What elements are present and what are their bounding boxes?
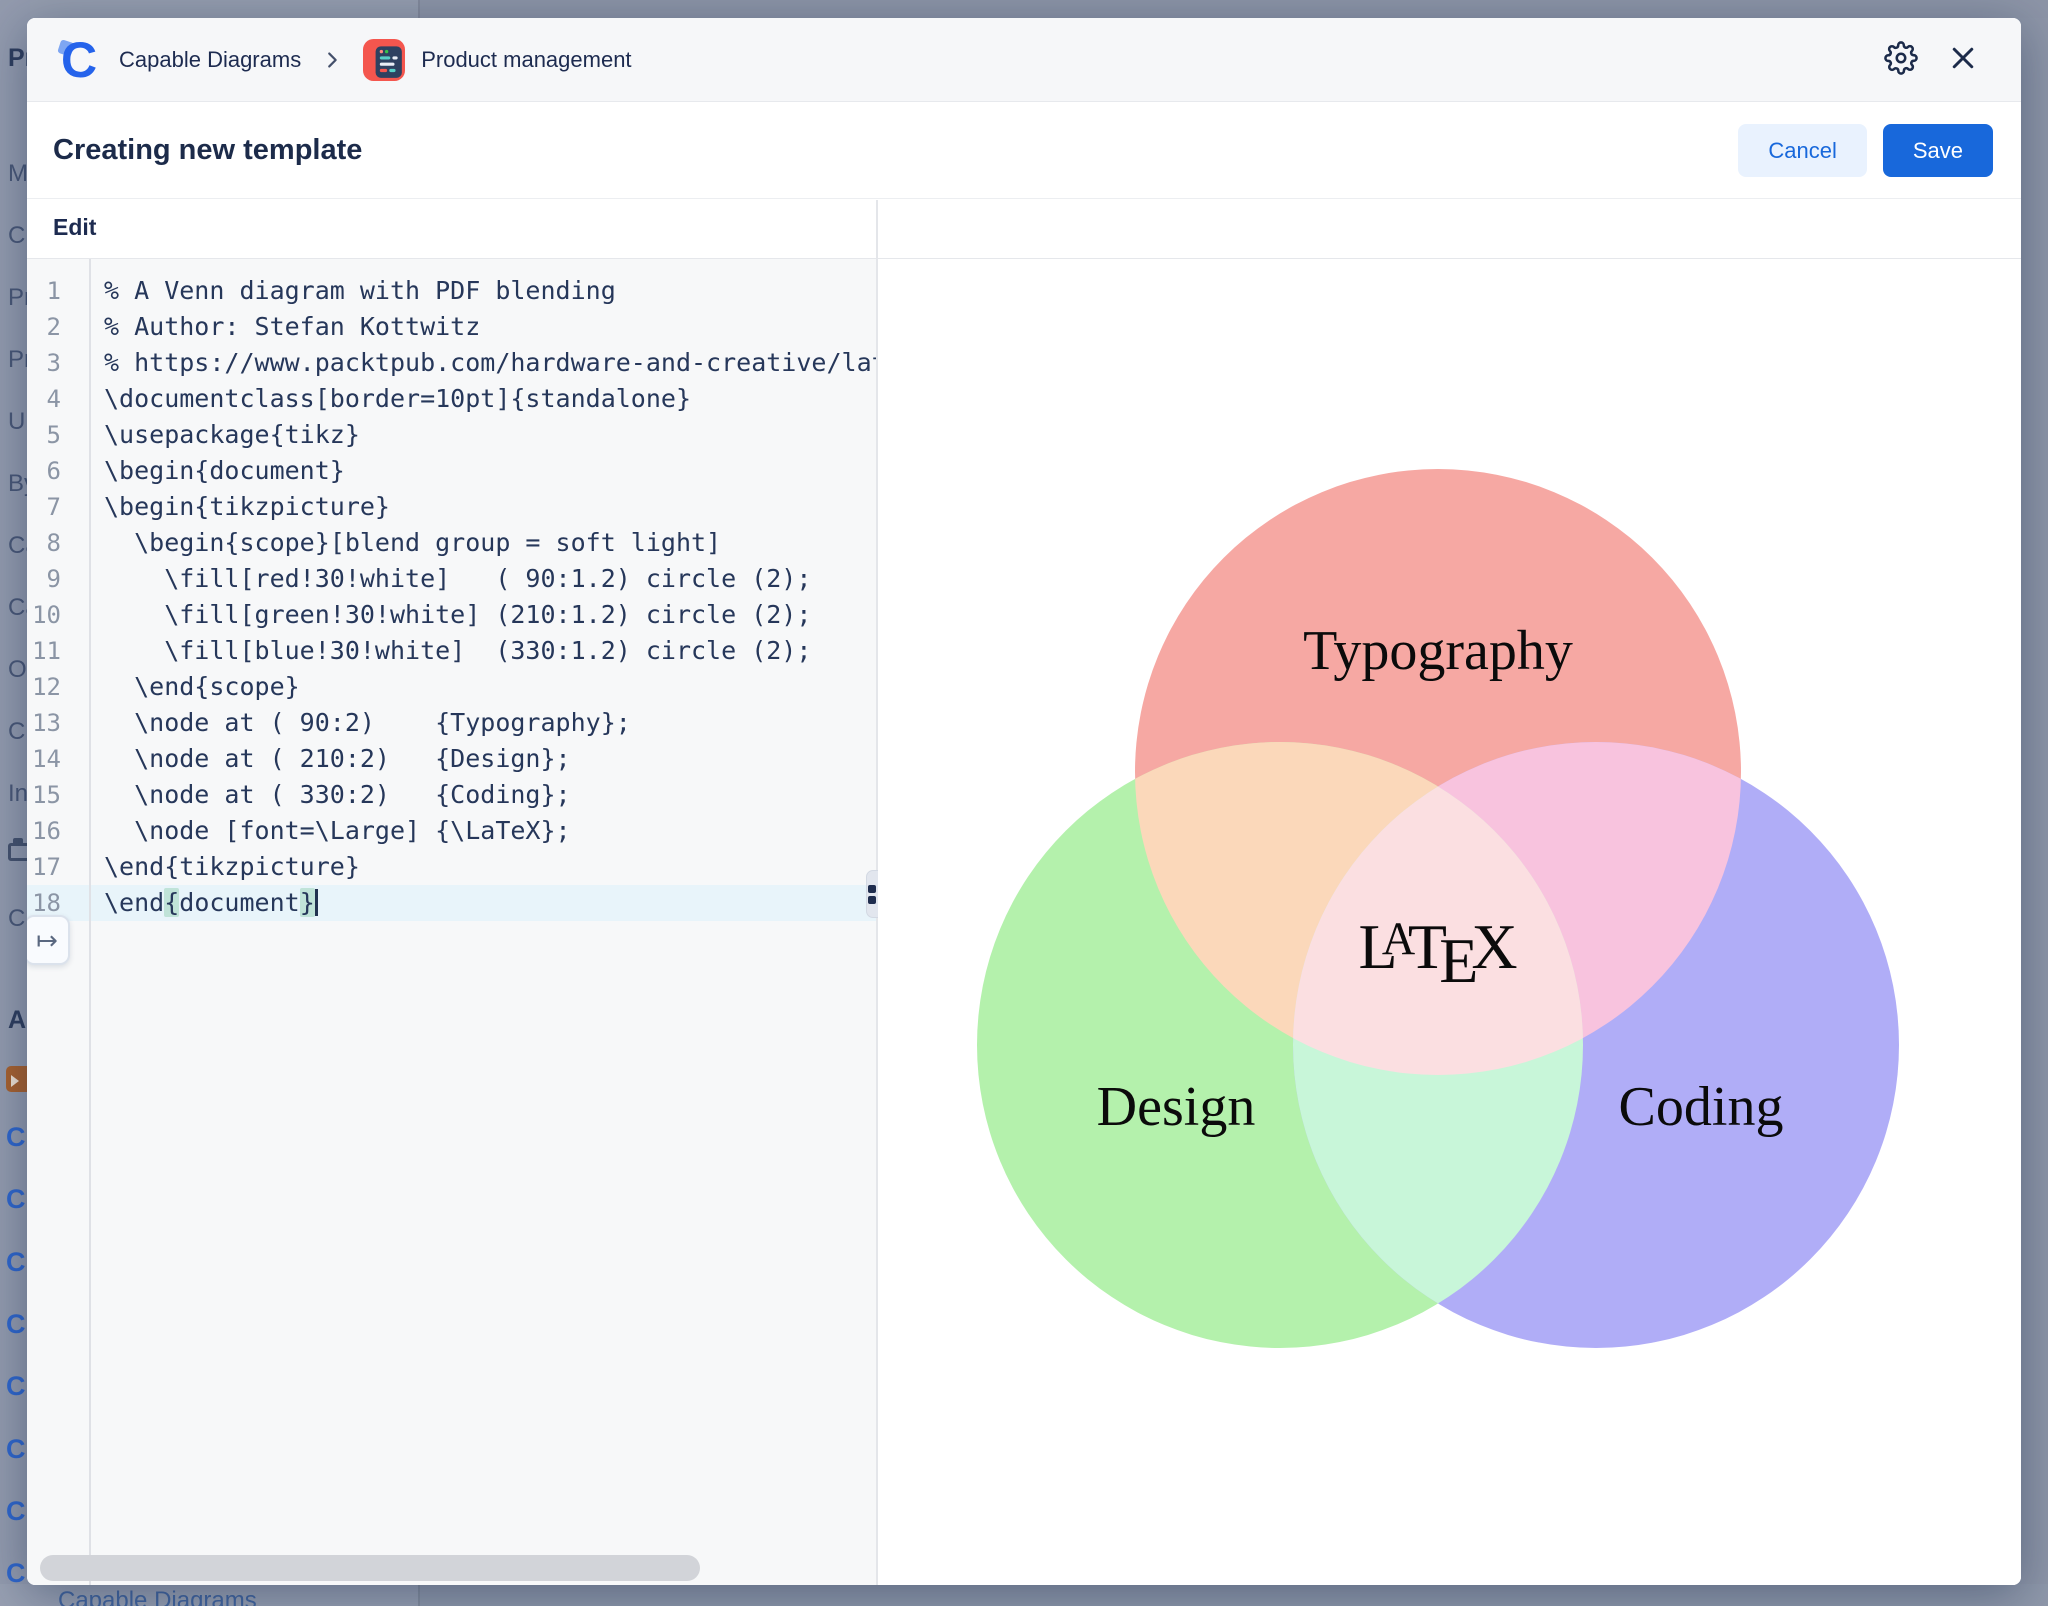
code-line[interactable]: % A Venn diagram with PDF blending: [91, 273, 876, 309]
underlying-page-top-strip: [0, 0, 2048, 18]
line-number: 10: [27, 597, 89, 633]
sidebar-item-fragment: In: [8, 780, 28, 808]
editor-gutter: 123456789101112131415161718: [27, 273, 89, 921]
code-line[interactable]: \begin{scope}[blend group = soft light]: [91, 525, 876, 561]
venn-label-typography: Typography: [1303, 619, 1573, 683]
code-line[interactable]: % https://www.packtpub.com/hardware-and-…: [91, 345, 876, 381]
capable-diagrams-logo: C: [53, 35, 103, 85]
collapse-editor-button[interactable]: ↦: [27, 915, 70, 965]
matched-bracket: {: [164, 888, 179, 917]
app-logo-fragment: C: [6, 1247, 26, 1278]
underlying-sidebar: Pr MClPrPrUlByCaCaOClIn Cr AP CCCCCCCC: [0, 0, 30, 1606]
modal-header: C Capable Diagrams Product management: [27, 18, 2021, 102]
code-line[interactable]: \end{document}: [91, 885, 876, 921]
line-number: 11: [27, 633, 89, 669]
code-line[interactable]: \node [font=\Large] {\LaTeX};: [91, 813, 876, 849]
app-logo-fragment: C: [6, 1496, 26, 1527]
code-line[interactable]: \node at ( 330:2) {Coding};: [91, 777, 876, 813]
line-number: 17: [27, 849, 89, 885]
code-line[interactable]: \node at ( 210:2) {Design};: [91, 741, 876, 777]
code-line[interactable]: \fill[green!30!white] (210:1.2) circle (…: [91, 597, 876, 633]
sidebar-item-fragment: O: [8, 656, 27, 684]
venn-label-coding: Coding: [1619, 1075, 1784, 1139]
breadcrumb-app[interactable]: Capable Diagrams: [119, 47, 301, 73]
app-logo-fragment: C: [6, 1434, 26, 1465]
underlying-page-bottom-strip: Capable Diagrams: [0, 1584, 2048, 1606]
latex-logo: LATEX: [1358, 910, 1517, 998]
line-number: 12: [27, 669, 89, 705]
editor-horizontal-scrollbar[interactable]: [40, 1555, 700, 1581]
line-number: 2: [27, 309, 89, 345]
close-icon: [1948, 43, 1978, 76]
app-logo-fragment: C: [6, 1122, 26, 1153]
line-number: 5: [27, 417, 89, 453]
line-number: 15: [27, 777, 89, 813]
app-logo-fragment: C: [6, 1371, 26, 1402]
line-number: 8: [27, 525, 89, 561]
line-number: 16: [27, 813, 89, 849]
code-line[interactable]: \usepackage{tikz}: [91, 417, 876, 453]
preview-pane: Typography Design Coding LATEX: [878, 259, 2021, 1585]
gear-icon: [1884, 41, 1918, 78]
product-management-icon: [363, 39, 405, 81]
line-number: 9: [27, 561, 89, 597]
line-number: 6: [27, 453, 89, 489]
line-number: 13: [27, 705, 89, 741]
venn-label-design: Design: [1097, 1075, 1256, 1139]
code-line[interactable]: \node at ( 90:2) {Typography};: [91, 705, 876, 741]
modal-title-row: Creating new template Cancel Save: [27, 103, 2021, 199]
settings-button[interactable]: [1879, 38, 1923, 82]
line-number: 4: [27, 381, 89, 417]
pane-headers: Edit Preview: [27, 200, 2021, 259]
code-line[interactable]: % Author: Stefan Kottwitz: [91, 309, 876, 345]
code-line[interactable]: \fill[red!30!white] ( 90:1.2) circle (2)…: [91, 561, 876, 597]
editor-code[interactable]: % A Venn diagram with PDF blending% Auth…: [91, 273, 876, 921]
breadcrumb-page[interactable]: Product management: [421, 47, 631, 73]
indent-arrow-icon: ↦: [36, 925, 58, 956]
cancel-button[interactable]: Cancel: [1738, 124, 1866, 177]
close-button[interactable]: [1941, 38, 1985, 82]
edit-pane-label: Edit: [53, 214, 96, 241]
underlying-sidebar-footer-label: Capable Diagrams: [58, 1587, 257, 1606]
page-title: Creating new template: [53, 134, 1738, 167]
line-number: 7: [27, 489, 89, 525]
code-line[interactable]: \begin{document}: [91, 453, 876, 489]
code-editor[interactable]: 123456789101112131415161718 % A Venn dia…: [27, 259, 876, 1585]
chevron-right-icon: [321, 49, 343, 71]
code-line[interactable]: \end{scope}: [91, 669, 876, 705]
code-line[interactable]: \end{tikzpicture}: [91, 849, 876, 885]
text-cursor: [315, 889, 318, 916]
line-number: 1: [27, 273, 89, 309]
new-template-modal: C Capable Diagrams Product management: [27, 18, 2021, 1585]
code-line[interactable]: \fill[blue!30!white] (330:1.2) circle (2…: [91, 633, 876, 669]
line-number: 3: [27, 345, 89, 381]
line-number: 14: [27, 741, 89, 777]
code-line[interactable]: \begin{tikzpicture}: [91, 489, 876, 525]
sidebar-item-fragment: M: [8, 160, 28, 188]
code-line[interactable]: \documentclass[border=10pt]{standalone}: [91, 381, 876, 417]
matched-bracket: }: [300, 888, 315, 917]
save-button[interactable]: Save: [1883, 124, 1993, 177]
app-logo-fragment: C: [6, 1184, 26, 1215]
app-logo-fragment: C: [6, 1309, 26, 1340]
